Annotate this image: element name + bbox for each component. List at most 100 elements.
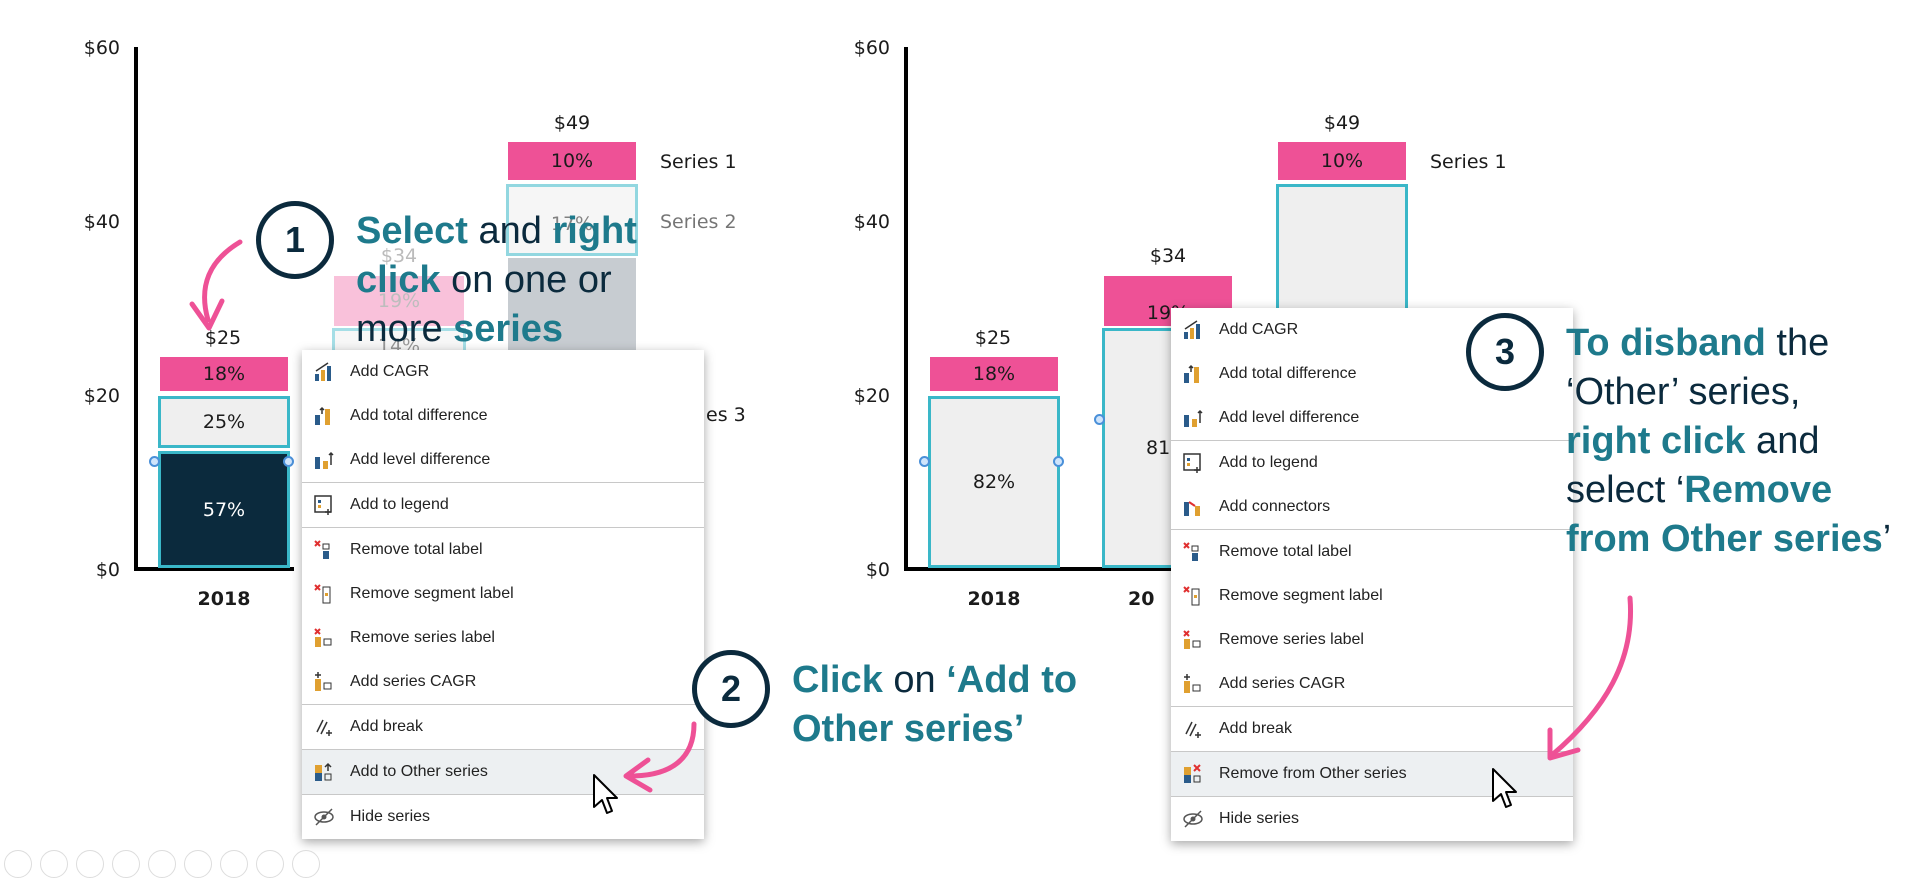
toolbar-dot-icon[interactable] <box>4 850 32 878</box>
menu-item-remove-total-label[interactable]: Remove total label <box>1171 529 1573 574</box>
menu-item-remove-total-label[interactable]: Remove total label <box>302 527 704 572</box>
menu-item-label: Add to legend <box>350 496 449 513</box>
other-series-icon <box>302 761 346 783</box>
series-cagr-icon <box>1171 673 1215 695</box>
step-3-instruction: To disband the ‘Other’ series, right cli… <box>1566 319 1891 564</box>
menu-item-label: Add series CAGR <box>1219 675 1346 692</box>
remove-series-label-icon <box>302 627 346 649</box>
faded-toolbar <box>4 850 320 878</box>
em-text: ‘Add to <box>946 659 1078 701</box>
menu-item-add-to-legend[interactable]: Add to legend <box>302 482 704 527</box>
bar-segment[interactable]: 18% <box>160 357 288 391</box>
text: ’ <box>1882 518 1892 560</box>
bar-segment[interactable]: 10% <box>508 142 636 180</box>
menu-item-add-cagr[interactable]: Add CAGR <box>302 350 704 394</box>
legend-icon <box>302 494 346 516</box>
text: ‘Other’ series, <box>1566 371 1801 413</box>
text: on one or <box>440 259 612 301</box>
menu-item-label: Remove segment label <box>1219 587 1383 604</box>
menu-item-label: Hide series <box>1219 810 1300 827</box>
menu-item-label: Remove total label <box>350 541 483 558</box>
menu-item-add-to-legend[interactable]: Add to legend <box>1171 440 1573 485</box>
selection-handle[interactable] <box>1053 456 1064 467</box>
connectors-icon <box>1171 496 1215 518</box>
remove-series-label-icon <box>1171 629 1215 651</box>
text: on <box>882 659 947 701</box>
menu-item-hide-series[interactable]: Hide series <box>302 794 704 839</box>
selection-handle[interactable] <box>919 456 930 467</box>
text: more <box>356 308 454 350</box>
series-label[interactable]: Series 1 <box>1430 151 1507 173</box>
menu-item-remove-segment-label[interactable]: Remove segment label <box>302 572 704 616</box>
series-label[interactable]: es 3 <box>706 404 746 426</box>
menu-item-label: Add CAGR <box>350 363 430 380</box>
menu-item-add-break[interactable]: Add break <box>1171 706 1573 751</box>
series-label[interactable]: Series 2 <box>660 211 737 233</box>
bar-segment-other[interactable] <box>1276 184 1408 314</box>
bar-segment-selected[interactable]: 57% <box>158 451 290 568</box>
em-text: right <box>552 210 637 252</box>
menu-item-label: Add CAGR <box>1219 321 1299 338</box>
y-tick: $40 <box>83 211 120 233</box>
y-tick: $40 <box>853 211 890 233</box>
text: and <box>467 210 553 252</box>
menu-item-add-level-difference[interactable]: Add level difference <box>1171 396 1573 440</box>
level-difference-icon <box>1171 407 1215 429</box>
bar-segment[interactable]: 10% <box>1278 142 1406 180</box>
y-tick: $60 <box>853 37 890 59</box>
menu-item-remove-series-label[interactable]: Remove series label <box>1171 618 1573 662</box>
menu-item-remove-segment-label[interactable]: Remove segment label <box>1171 574 1573 618</box>
bar-total-label: $49 <box>1323 112 1361 134</box>
break-icon <box>302 716 346 738</box>
em-text: Other series’ <box>792 708 1025 750</box>
toolbar-dot-icon[interactable] <box>220 850 248 878</box>
menu-item-label: Remove segment label <box>350 585 514 602</box>
toolbar-dot-icon[interactable] <box>292 850 320 878</box>
x-label: 2018 <box>967 588 1021 610</box>
menu-item-add-connectors[interactable]: Add connectors <box>1171 485 1573 529</box>
selection-handle[interactable] <box>283 456 294 467</box>
em-text: Select <box>356 210 468 252</box>
em-text: To disband <box>1566 322 1766 364</box>
bar-total-label: $25 <box>974 327 1012 349</box>
selection-handle[interactable] <box>1094 414 1105 425</box>
series-label[interactable]: Series 1 <box>660 151 737 173</box>
toolbar-dot-icon[interactable] <box>76 850 104 878</box>
series-cagr-icon <box>302 671 346 693</box>
menu-item-label: Add connectors <box>1219 498 1331 515</box>
total-difference-icon <box>302 405 346 427</box>
x-label: 20 <box>1128 588 1155 610</box>
menu-item-label: Add total difference <box>1219 365 1357 382</box>
hide-icon <box>1171 808 1215 830</box>
remove-other-series-icon <box>1171 763 1215 785</box>
menu-item-add-series-cagr[interactable]: Add series CAGR <box>1171 662 1573 706</box>
menu-item-label: Remove series label <box>350 629 495 646</box>
menu-item-add-level-difference[interactable]: Add level difference <box>302 438 704 482</box>
toolbar-dot-icon[interactable] <box>40 850 68 878</box>
remove-segment-label-icon <box>302 583 346 605</box>
remove-total-label-icon <box>1171 541 1215 563</box>
bar-segment[interactable]: 25% <box>158 396 290 448</box>
menu-item-remove-series-label[interactable]: Remove series label <box>302 616 704 660</box>
menu-item-add-series-cagr[interactable]: Add series CAGR <box>302 660 704 704</box>
selection-handle[interactable] <box>149 456 160 467</box>
menu-item-add-total-difference[interactable]: Add total difference <box>302 394 704 438</box>
step-1-badge: 1 <box>256 201 334 279</box>
step-2-instruction: Click on ‘Add to Other series’ <box>792 656 1077 754</box>
cagr-icon <box>302 361 346 383</box>
menu-item-label: Add break <box>1219 720 1292 737</box>
legend-icon <box>1171 452 1215 474</box>
text: the <box>1765 322 1830 364</box>
x-label: 2018 <box>197 588 251 610</box>
bar-total-label: $34 <box>1149 245 1187 267</box>
bar-segment[interactable]: 18% <box>930 357 1058 391</box>
toolbar-dot-icon[interactable] <box>184 850 212 878</box>
bar-segment-other[interactable]: 82% <box>928 396 1060 568</box>
toolbar-dot-icon[interactable] <box>148 850 176 878</box>
toolbar-dot-icon[interactable] <box>256 850 284 878</box>
menu-item-label: Remove from Other series <box>1219 765 1407 782</box>
menu-item-label: Remove total label <box>1219 543 1352 560</box>
y-tick: $20 <box>853 385 890 407</box>
em-text: series <box>453 308 564 350</box>
toolbar-dot-icon[interactable] <box>112 850 140 878</box>
